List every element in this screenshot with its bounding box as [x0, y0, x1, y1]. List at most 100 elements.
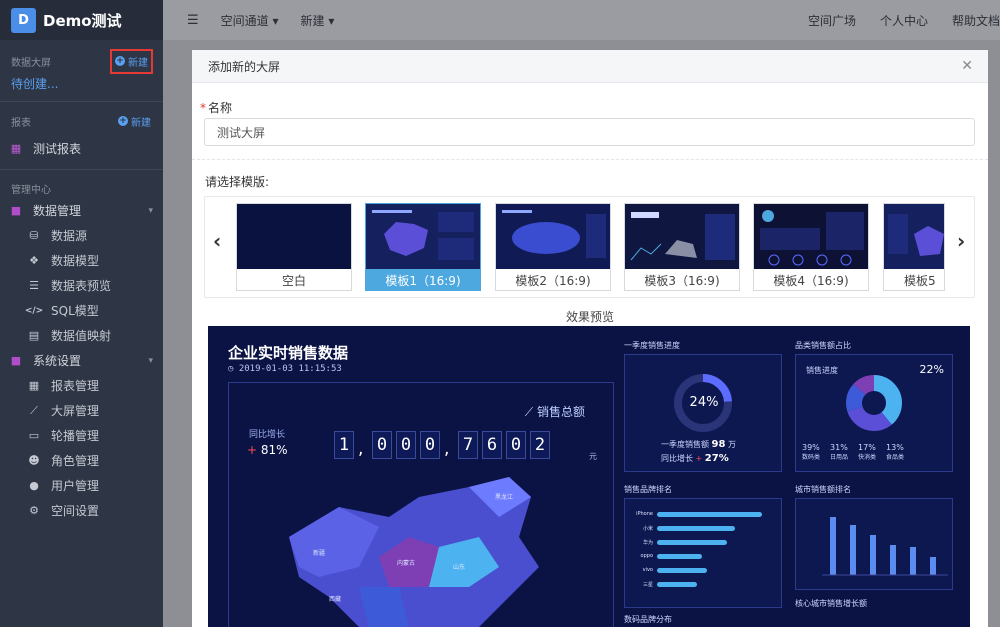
template-thumbnail: [496, 204, 610, 269]
q1-yoy-label: 同比增长: [661, 454, 693, 463]
q1-yoy-value: 27%: [704, 453, 729, 464]
preview-title: 企业实时销售数据: [228, 344, 349, 362]
template-caption: 模板5（1: [904, 273, 944, 288]
sales-total-text: 销售总额: [536, 405, 585, 419]
legend-item: 17% 快消类: [858, 443, 876, 461]
sidebar-item-datasource[interactable]: ⛁ 数据源: [0, 223, 163, 248]
personal-center-link[interactable]: 个人中心: [880, 12, 928, 29]
new-screen-label: 新建: [128, 57, 148, 69]
brand-bar: [657, 525, 735, 531]
grid-icon: ▦: [28, 379, 40, 392]
new-screen-button[interactable]: + 新建: [110, 48, 153, 74]
name-label-text: 名称: [208, 101, 233, 115]
legend-value: 17%: [858, 443, 876, 452]
brand-name: 三星: [642, 581, 653, 588]
sidebar-group-data-management[interactable]: ■ 数据管理 ▾: [0, 198, 163, 223]
brand-name: oppo: [640, 553, 653, 559]
template-2[interactable]: 模板2（16:9): [495, 203, 611, 291]
sidebar-item-user-management[interactable]: ● 用户管理: [0, 473, 163, 498]
q1-sales-row: 一季度销售额 98 万: [661, 439, 736, 450]
sidebar-item-table-preview[interactable]: ☰ 数据表预览: [0, 273, 163, 298]
brand-name: iPhone: [636, 511, 653, 517]
add-screen-modal: 添加新的大屏 ✕ *名称 测试大屏 请选择模版: ‹ 空白 模板1（16:9): [192, 50, 988, 627]
screens-section-header: 数据大屏 + 新建: [0, 48, 163, 74]
digit: 2: [530, 431, 550, 459]
new-report-button[interactable]: + 新建: [118, 114, 153, 129]
template-caption: 模板1（16:9): [366, 269, 480, 291]
name-label: * 名称: [200, 99, 232, 116]
admin-section-header: 管理中心: [0, 178, 163, 198]
modal-title: 添加新的大屏: [208, 59, 281, 74]
digit-separator: ,: [444, 439, 450, 459]
template-caption: 模板3（16:9): [644, 273, 720, 288]
sales-total-label: ⟋ 销售总额: [524, 405, 585, 419]
city-rank-panel: [795, 498, 953, 590]
plus-icon: +: [115, 56, 125, 66]
legend-item: 31% 日用品: [830, 443, 848, 461]
category-progress-label: 销售进度: [806, 366, 838, 375]
sidebar-item-space-settings[interactable]: ⚙ 空间设置: [0, 498, 163, 523]
screens-section-title: 数据大屏: [11, 57, 51, 69]
sidebar-item-test-report[interactable]: ▦ 测试报表: [0, 136, 163, 161]
template-3[interactable]: 模板3（16:9): [624, 203, 740, 291]
q1-percent: 24%: [689, 395, 719, 410]
sidebar-item-sql-model[interactable]: </> SQL模型: [0, 298, 163, 323]
digit: 0: [396, 431, 416, 459]
template-4[interactable]: 模板4（16:9): [753, 203, 869, 291]
legend-value: 31%: [830, 443, 848, 452]
help-docs-link[interactable]: 帮助文档: [952, 12, 1000, 29]
chevron-right-icon[interactable]: ›: [957, 229, 965, 253]
space-channel-dropdown[interactable]: 空间通道 ▾: [221, 12, 279, 29]
brand-bar-row: 小米: [629, 521, 762, 535]
sidebar-item-value-mapping[interactable]: ▤ 数据值映射: [0, 323, 163, 348]
sidebar-item-carousel-management[interactable]: ▭ 轮播管理: [0, 423, 163, 448]
menu-toggle-icon[interactable]: ☰: [187, 13, 199, 28]
brand-bar-row: vivo: [629, 563, 762, 577]
template-blank[interactable]: 空白: [236, 203, 352, 291]
sidebar-group-system-settings[interactable]: ■ 系统设置 ▾: [0, 348, 163, 373]
sidebar-item-label: SQL模型: [51, 304, 99, 318]
chevron-left-icon[interactable]: ‹: [213, 229, 221, 253]
close-icon[interactable]: ✕: [961, 58, 973, 74]
category-donut: [846, 375, 902, 431]
template-5[interactable]: 模板5（1: [883, 203, 945, 291]
sidebar-item-report-management[interactable]: ▦ 报表管理: [0, 373, 163, 398]
template-1[interactable]: 模板1（16:9): [365, 203, 481, 291]
sidebar-item-screen-management[interactable]: ⟋ 大屏管理: [0, 398, 163, 423]
brand-bar: [657, 553, 702, 559]
brand-rank-panel: iPhone 小米 华为 oppo vivo 三星: [624, 498, 782, 608]
new-dropdown[interactable]: 新建 ▾: [301, 12, 335, 29]
map-label: 内蒙古: [397, 559, 415, 567]
template-label: 请选择模版:: [205, 175, 270, 189]
template-thumbnail: [754, 204, 868, 269]
space-square-link[interactable]: 空间广场: [808, 12, 856, 29]
legend-item: 13% 食品类: [886, 443, 904, 461]
brand-rank-title: 销售品牌排名: [624, 485, 672, 494]
brand-name: 小米: [642, 525, 653, 532]
name-input-value: 测试大屏: [217, 125, 266, 140]
pending-screen-link[interactable]: 待创建...: [0, 75, 163, 92]
sidebar-item-role-management[interactable]: ☻ 角色管理: [0, 448, 163, 473]
topbar: ☰ 空间通道 ▾ 新建 ▾ 空间广场 个人中心 帮助文档: [163, 0, 1000, 40]
map-label: 新疆: [313, 549, 325, 557]
q1-sales-value: 98: [711, 439, 726, 450]
admin-section-title: 管理中心: [11, 184, 51, 196]
brand-bar-row: 三星: [629, 577, 762, 591]
brand[interactable]: D Demo测试: [0, 0, 163, 40]
line-chart-icon: ⟋: [30, 403, 38, 417]
q1-progress-title: 一季度销售进度: [624, 341, 680, 350]
digit: 1: [334, 431, 354, 459]
q1-yoy-plus: +: [695, 454, 703, 463]
brand-rank-bars: iPhone 小米 华为 oppo vivo 三星: [629, 507, 762, 591]
sidebar-item-label: 数据源: [51, 229, 88, 243]
brand-name: Demo测试: [43, 11, 122, 30]
sidebar-item-label: 角色管理: [51, 454, 100, 468]
category-share-title: 品类销售额占比: [795, 341, 851, 350]
city-rank-title: 城市销售额排名: [795, 485, 851, 494]
sidebar-item-label: 轮播管理: [51, 429, 100, 443]
yoy-value: + 81%: [247, 443, 288, 457]
legend-label: 日用品: [830, 454, 849, 461]
template-caption: 模板2（16:9): [515, 273, 591, 288]
sidebar-item-data-model[interactable]: ❖ 数据模型: [0, 248, 163, 273]
name-input[interactable]: 测试大屏: [204, 118, 975, 146]
